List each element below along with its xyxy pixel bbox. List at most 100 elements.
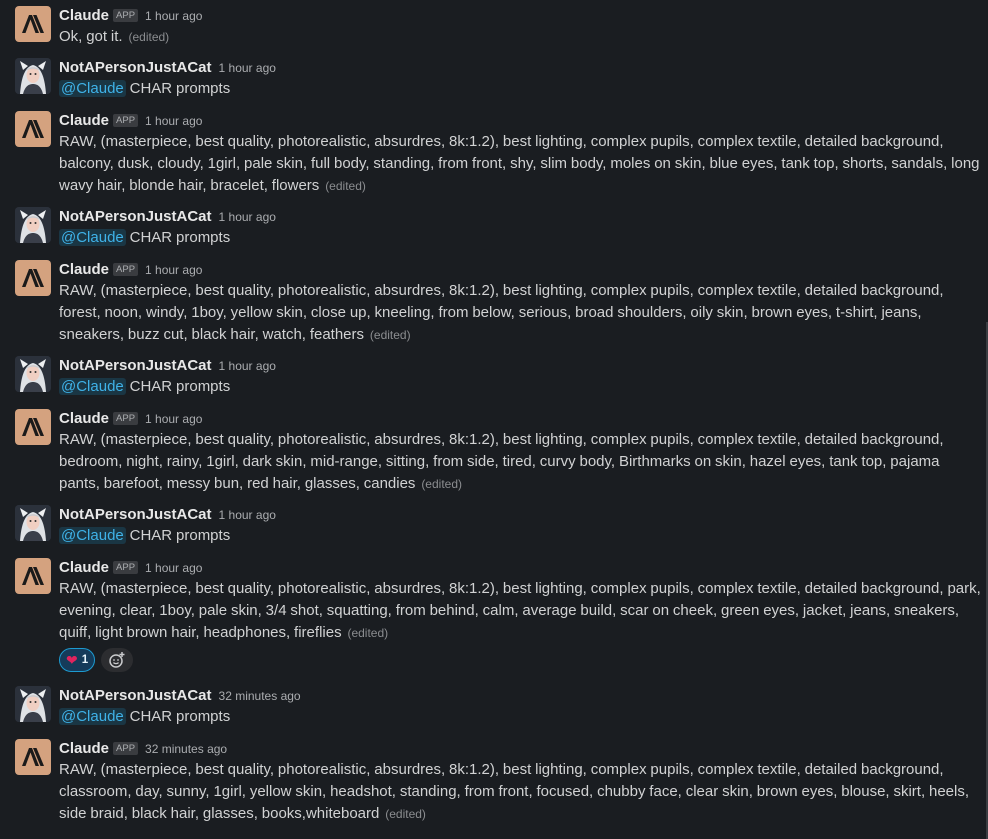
timestamp[interactable]: 1 hour ago — [145, 9, 202, 23]
reaction-count: 1 — [81, 654, 89, 666]
message: NotAPersonJustACat 1 hour ago @Claude CHAR… — [0, 58, 988, 100]
message: Claude APP 1 hour ago Ok, got it. (edited) — [0, 6, 988, 48]
reactions-bar: ❤ 1 — [59, 648, 982, 672]
message-header: NotAPersonJustACat 32 minutes ago — [59, 686, 982, 706]
message-text: CHAR prompts — [129, 229, 231, 246]
timestamp[interactable]: 1 hour ago — [145, 561, 202, 575]
timestamp[interactable]: 1 hour ago — [219, 210, 276, 224]
anthropic-logo-icon — [20, 417, 46, 437]
app-badge: APP — [113, 114, 139, 127]
message-header: Claude APP 1 hour ago — [59, 111, 982, 131]
message: NotAPersonJustACat 1 hour ago @Claude CHAR… — [0, 505, 988, 547]
message: Claude APP 1 hour ago RAW, (masterpiece, be… — [0, 260, 988, 346]
edited-label: (edited) — [128, 30, 170, 44]
author-name[interactable]: Claude — [59, 112, 109, 129]
user-avatar[interactable] — [15, 505, 51, 541]
anthropic-logo-icon — [20, 747, 46, 767]
edited-label: (edited) — [325, 179, 366, 193]
author-name[interactable]: Claude — [59, 410, 109, 427]
message-header: NotAPersonJustACat 1 hour ago — [59, 58, 982, 78]
user-portrait-icon — [15, 505, 51, 541]
claude-avatar[interactable] — [15, 409, 51, 445]
message-text: RAW, (masterpiece, best quality, photore… — [59, 431, 944, 492]
add-emoji-icon — [108, 651, 126, 669]
user-mention[interactable]: @Claude — [59, 229, 126, 246]
message-text: RAW, (masterpiece, best quality, photore… — [59, 580, 981, 641]
anthropic-logo-icon — [20, 566, 46, 586]
claude-avatar[interactable] — [15, 558, 51, 594]
author-name[interactable]: Claude — [59, 559, 109, 576]
message-text: CHAR prompts — [129, 708, 231, 725]
timestamp[interactable]: 1 hour ago — [219, 508, 276, 522]
message-body: @Claude CHAR prompts — [59, 376, 982, 398]
message: NotAPersonJustACat 1 hour ago @Claude CHAR… — [0, 207, 988, 249]
anthropic-logo-icon — [20, 268, 46, 288]
user-portrait-icon — [15, 356, 51, 392]
author-name[interactable]: NotAPersonJustACat — [59, 506, 212, 523]
message-body: RAW, (masterpiece, best quality, photore… — [59, 429, 982, 495]
app-badge: APP — [113, 412, 139, 425]
author-name[interactable]: Claude — [59, 740, 109, 757]
user-avatar[interactable] — [15, 686, 51, 722]
author-name[interactable]: Claude — [59, 7, 109, 24]
claude-avatar[interactable] — [15, 111, 51, 147]
author-name[interactable]: NotAPersonJustACat — [59, 59, 212, 76]
user-avatar[interactable] — [15, 58, 51, 94]
user-mention[interactable]: @Claude — [59, 527, 126, 544]
author-name[interactable]: NotAPersonJustACat — [59, 208, 212, 225]
message-header: Claude APP 1 hour ago — [59, 409, 982, 429]
edited-label: (edited) — [369, 328, 411, 342]
app-badge: APP — [113, 263, 139, 276]
user-portrait-icon — [15, 207, 51, 243]
claude-avatar[interactable] — [15, 739, 51, 775]
app-badge: APP — [113, 9, 139, 22]
message-feed: Claude APP 1 hour ago Ok, got it. (edited) N… — [0, 0, 988, 839]
message-text: RAW, (masterpiece, best quality, photore… — [59, 133, 980, 194]
heart-icon: ❤ — [66, 651, 78, 668]
user-mention[interactable]: @Claude — [59, 378, 126, 395]
message-body: @Claude CHAR prompts — [59, 706, 982, 728]
timestamp[interactable]: 1 hour ago — [145, 263, 202, 277]
message: Claude APP 1 hour ago RAW, (masterpiece, be… — [0, 409, 988, 495]
claude-avatar[interactable] — [15, 6, 51, 42]
message-header: NotAPersonJustACat 1 hour ago — [59, 356, 982, 376]
reaction-heart[interactable]: ❤ 1 — [59, 648, 96, 672]
anthropic-logo-icon — [20, 14, 46, 34]
timestamp[interactable]: 1 hour ago — [145, 114, 202, 128]
edited-label: (edited) — [385, 807, 426, 821]
edited-label: (edited) — [347, 626, 389, 640]
message: NotAPersonJustACat 1 hour ago @Claude CHAR… — [0, 356, 988, 398]
timestamp[interactable]: 32 minutes ago — [219, 689, 301, 703]
user-avatar[interactable] — [15, 207, 51, 243]
user-avatar[interactable] — [15, 356, 51, 392]
message-header: Claude APP 1 hour ago — [59, 6, 982, 26]
message-header: NotAPersonJustACat 1 hour ago — [59, 207, 982, 227]
user-mention[interactable]: @Claude — [59, 708, 126, 725]
add-reaction-button[interactable] — [101, 648, 134, 672]
user-portrait-icon — [15, 58, 51, 94]
timestamp[interactable]: 32 minutes ago — [145, 742, 227, 756]
message-header: Claude APP 1 hour ago — [59, 558, 982, 578]
app-badge: APP — [113, 561, 139, 574]
message-header: Claude APP 32 minutes ago — [59, 739, 982, 759]
author-name[interactable]: NotAPersonJustACat — [59, 687, 212, 704]
user-mention[interactable]: @Claude — [59, 80, 126, 97]
message-header: Claude APP 1 hour ago — [59, 260, 982, 280]
message-text: RAW, (masterpiece, best quality, photore… — [59, 282, 944, 343]
message-body: @Claude CHAR prompts — [59, 78, 982, 100]
timestamp[interactable]: 1 hour ago — [145, 412, 202, 426]
message-body: Ok, got it. (edited) — [59, 26, 982, 48]
message: NotAPersonJustACat 32 minutes ago @Claude … — [0, 686, 988, 728]
timestamp[interactable]: 1 hour ago — [219, 61, 276, 75]
message-body: RAW, (masterpiece, best quality, photore… — [59, 131, 982, 197]
user-portrait-icon — [15, 686, 51, 722]
message-body: @Claude CHAR prompts — [59, 525, 982, 547]
author-name[interactable]: NotAPersonJustACat — [59, 357, 212, 374]
message: Claude APP 1 hour ago RAW, (masterpiece, be… — [0, 558, 988, 672]
anthropic-logo-icon — [20, 119, 46, 139]
author-name[interactable]: Claude — [59, 261, 109, 278]
edited-label: (edited) — [421, 477, 462, 491]
message-body: @Claude CHAR prompts — [59, 227, 982, 249]
timestamp[interactable]: 1 hour ago — [219, 359, 276, 373]
claude-avatar[interactable] — [15, 260, 51, 296]
